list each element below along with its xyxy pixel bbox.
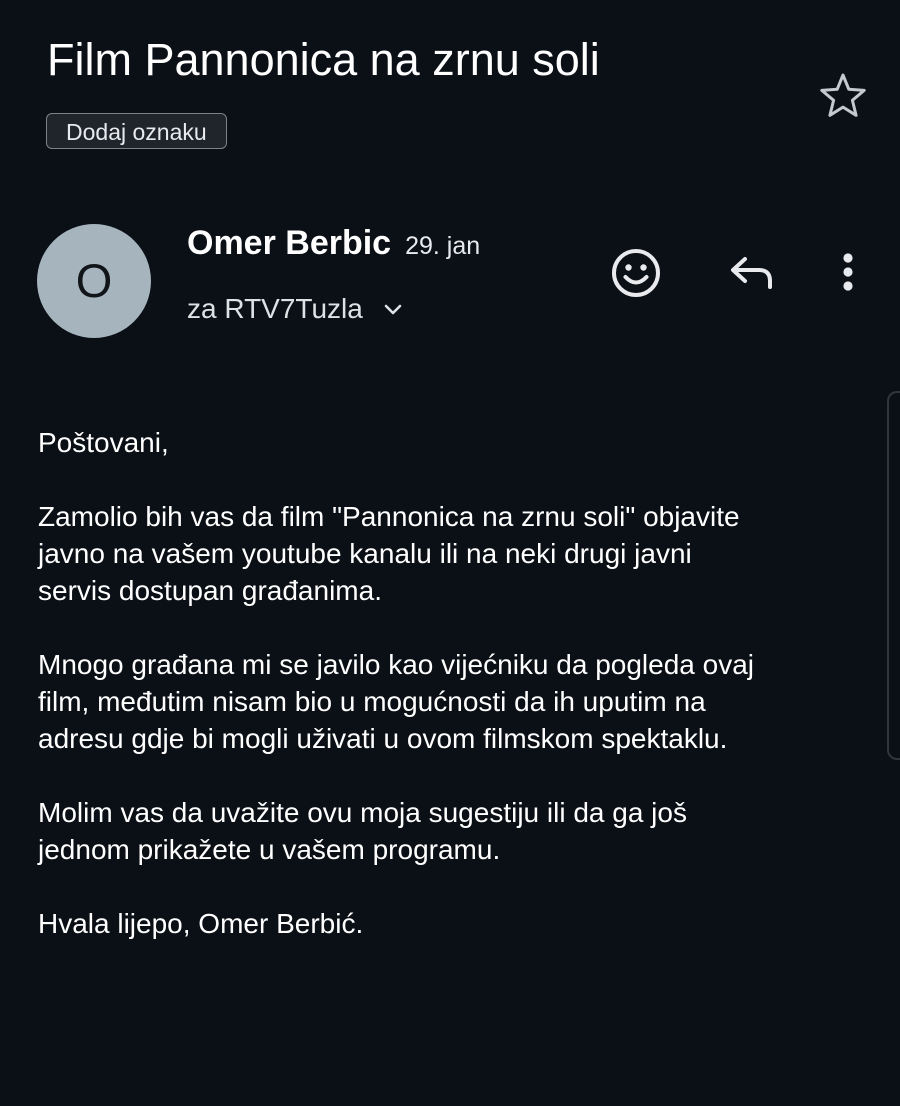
body-paragraph: Hvala lijepo, Omer Berbić. xyxy=(38,908,364,939)
body-paragraph: Poštovani, xyxy=(38,427,169,458)
email-subject: Film Pannonica na zrnu soli xyxy=(47,34,600,85)
email-view: Film Pannonica na zrnu soli Dodaj oznaku… xyxy=(0,0,900,1106)
recipient-details-toggle[interactable]: za RTV7Tuzla xyxy=(187,288,405,330)
sender-name[interactable]: Omer Berbic xyxy=(187,224,391,263)
email-body: Poštovani, Zamolio bih vas da film "Pann… xyxy=(38,424,878,979)
scrollbar[interactable] xyxy=(887,391,900,760)
body-paragraph: Zamolio bih vas da film "Pannonica na zr… xyxy=(38,501,740,606)
emoji-reaction-button[interactable] xyxy=(608,245,664,301)
more-options-button[interactable] xyxy=(820,245,876,301)
recipient-label: za RTV7Tuzla xyxy=(187,293,363,324)
body-paragraph: Mnogo građana mi se javilo kao vijećniku… xyxy=(38,649,754,754)
sender-header: Omer Berbic 29. jan xyxy=(187,224,480,272)
add-label-chip[interactable]: Dodaj oznaku xyxy=(46,113,227,149)
more-vertical-icon xyxy=(843,253,853,291)
emoji-icon xyxy=(612,249,660,297)
sent-date: 29. jan xyxy=(405,232,481,260)
reply-button[interactable] xyxy=(722,245,778,301)
avatar[interactable]: O xyxy=(37,224,151,338)
body-paragraph: Molim vas da uvažite ovu moja sugestiju … xyxy=(38,797,687,865)
reply-icon xyxy=(731,257,772,289)
chevron-down-icon xyxy=(384,304,402,315)
star-icon[interactable] xyxy=(818,71,868,121)
